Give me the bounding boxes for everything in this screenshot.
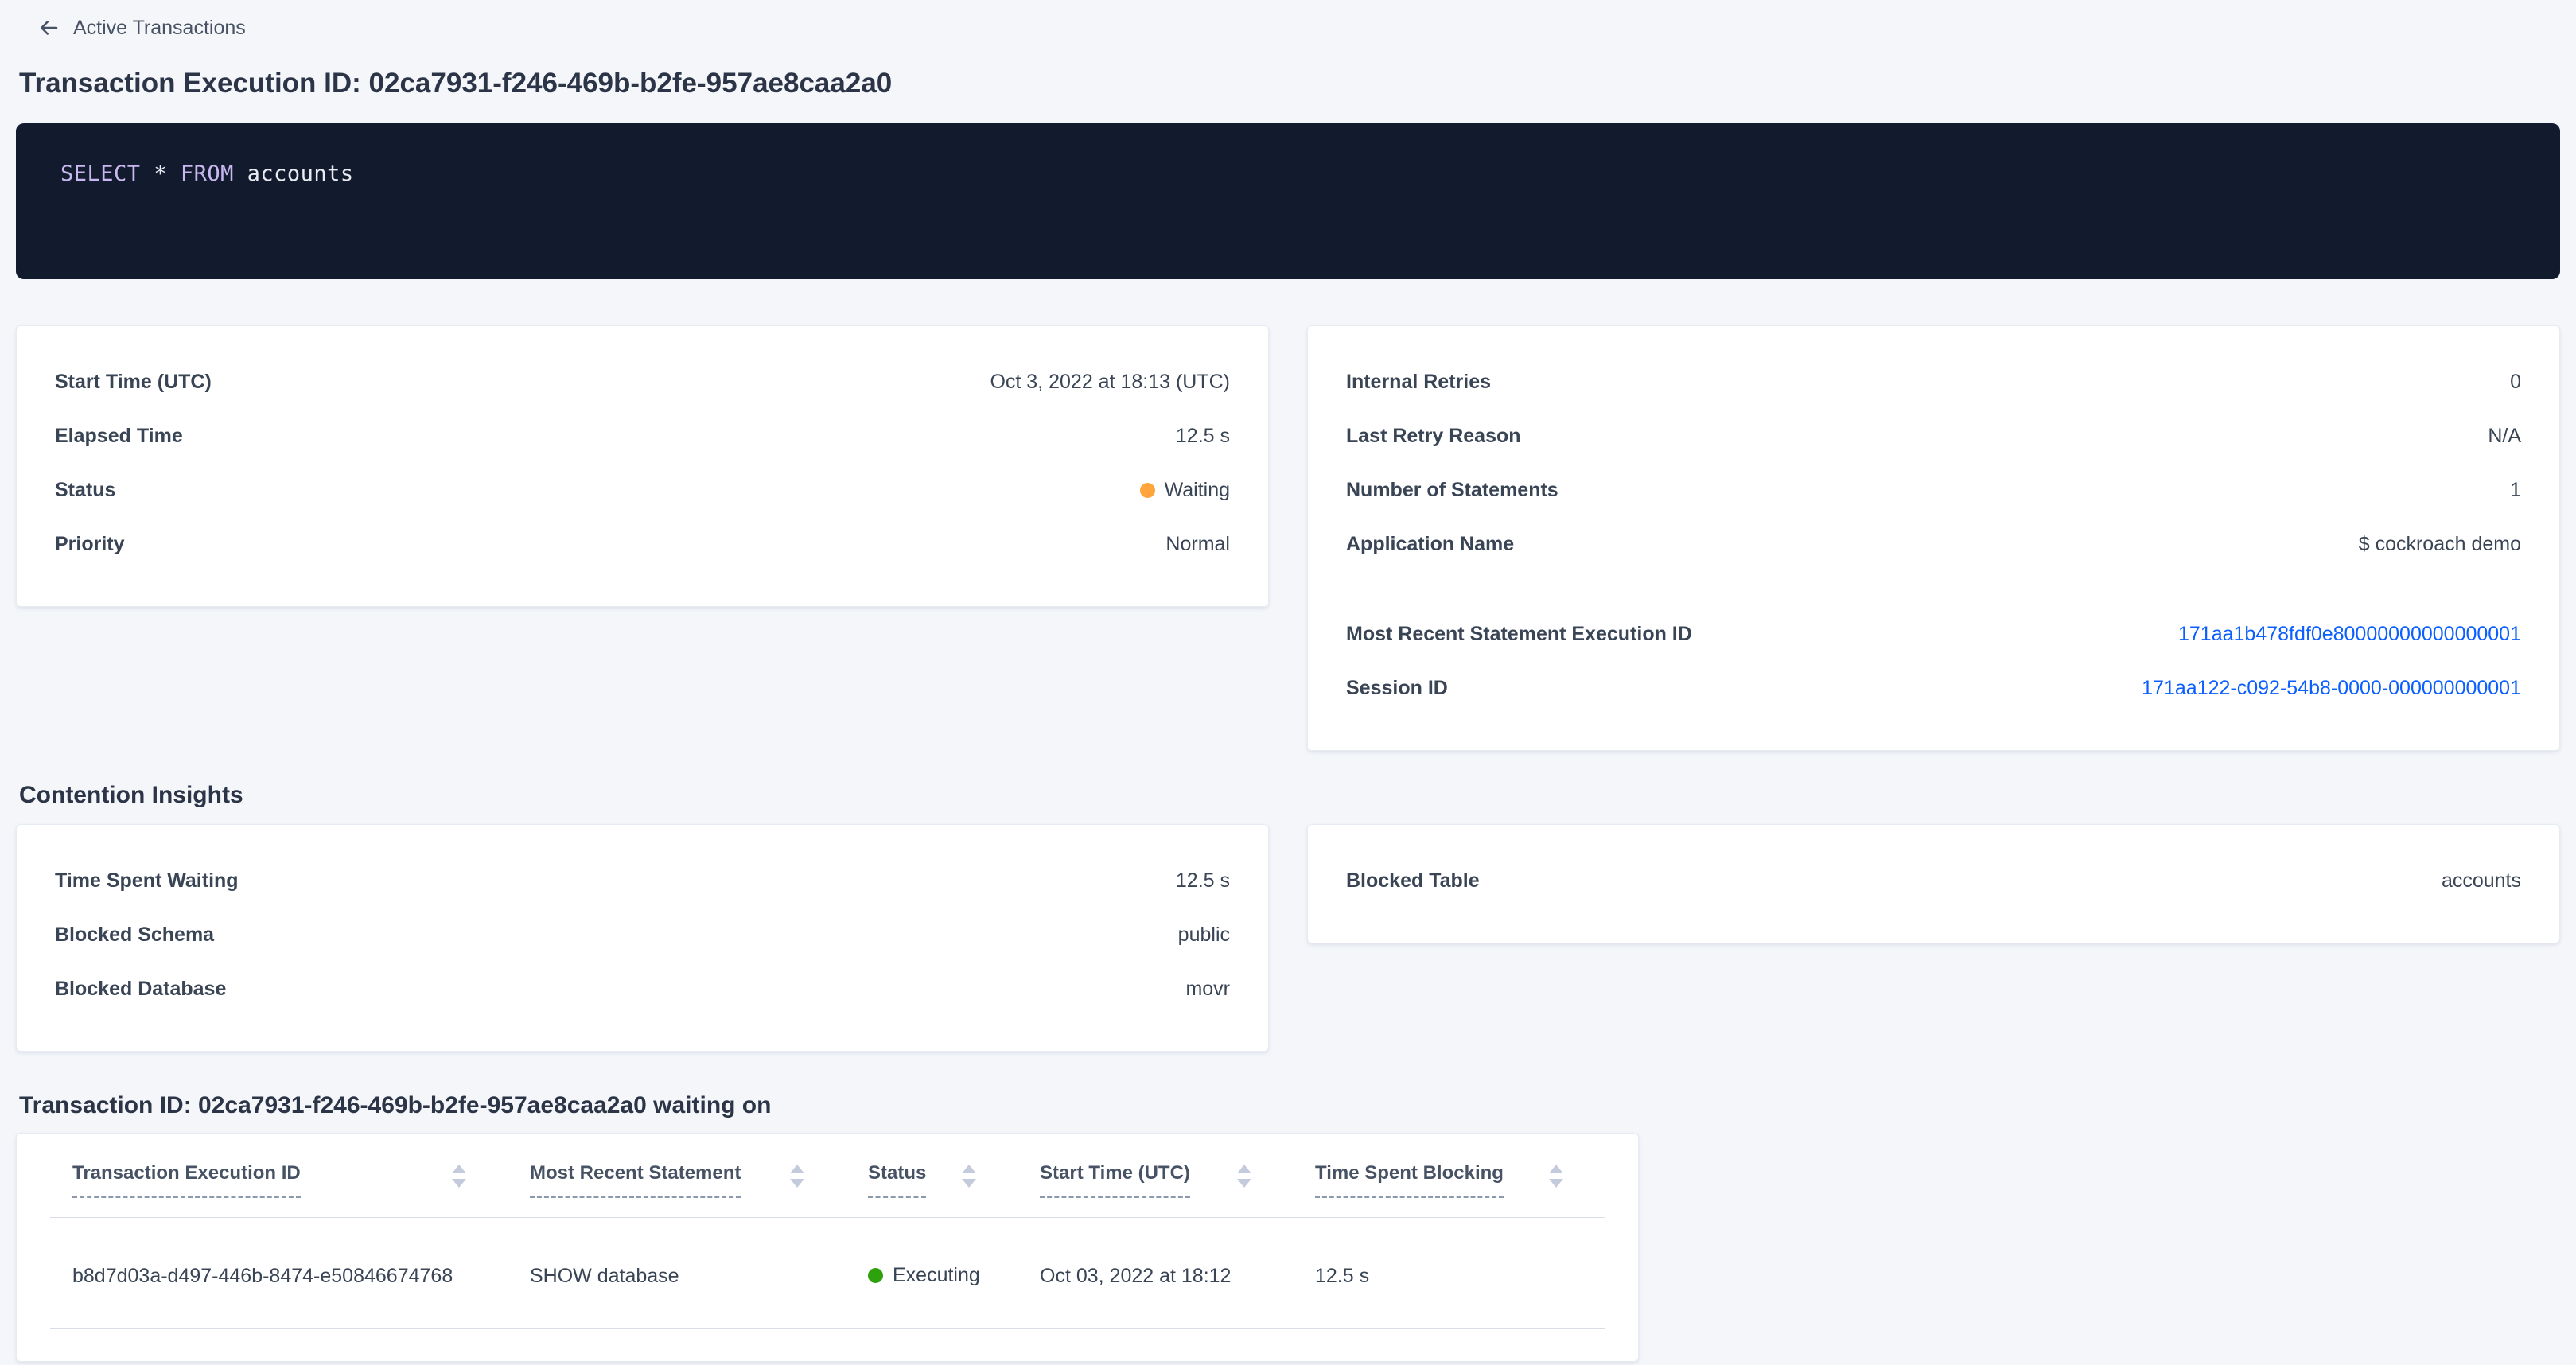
info-row-blocked-database: Blocked Database movr bbox=[55, 962, 1230, 1016]
priority-label: Priority bbox=[55, 533, 125, 556]
most-recent-statement-column-label[interactable]: Most Recent Statement bbox=[530, 1162, 741, 1198]
blocked-schema-label: Blocked Schema bbox=[55, 924, 214, 947]
blocked-schema-value: public bbox=[1178, 924, 1230, 947]
info-row-session-id: Session ID 171aa122-c092-54b8-0000-00000… bbox=[1346, 661, 2521, 715]
elapsed-time-label: Elapsed Time bbox=[55, 425, 183, 448]
sort-icon[interactable] bbox=[962, 1165, 976, 1188]
session-id-link[interactable]: 171aa122-c092-54b8-0000-000000000001 bbox=[2142, 677, 2521, 700]
waiting-status-dot-icon bbox=[1140, 483, 1155, 498]
time-spent-waiting-value: 12.5 s bbox=[1176, 869, 1230, 892]
contention-cards-row: Time Spent Waiting 12.5 s Blocked Schema… bbox=[16, 824, 2560, 1052]
info-row-start-time: Start Time (UTC) Oct 3, 2022 at 18:13 (U… bbox=[55, 355, 1230, 409]
info-row-statement-execution-id: Most Recent Statement Execution ID 171aa… bbox=[1346, 607, 2521, 661]
blocked-table-value: accounts bbox=[2442, 869, 2521, 892]
session-id-label: Session ID bbox=[1346, 677, 1448, 700]
status-column-label[interactable]: Status bbox=[868, 1162, 926, 1198]
info-row-number-of-statements: Number of Statements 1 bbox=[1346, 463, 2521, 517]
last-retry-reason-label: Last Retry Reason bbox=[1346, 425, 1521, 448]
info-row-time-spent-waiting: Time Spent Waiting 12.5 s bbox=[55, 854, 1230, 908]
contention-insights-heading: Contention Insights bbox=[19, 780, 2560, 811]
cell-start-time: Oct 03, 2022 at 18:12 bbox=[1018, 1218, 1293, 1329]
waiting-on-heading: Transaction ID: 02ca7931-f246-469b-b2fe-… bbox=[19, 1090, 2560, 1122]
sql-table-name: accounts bbox=[247, 161, 354, 186]
column-header-transaction-execution-id: Transaction Execution ID bbox=[50, 1134, 508, 1218]
info-row-blocked-table: Blocked Table accounts bbox=[1346, 854, 2521, 908]
table-row: b8d7d03a-d497-446b-8474-e50846674768 SHO… bbox=[50, 1218, 1605, 1329]
table-header-row: Transaction Execution ID Most Recent Sta… bbox=[50, 1134, 1605, 1218]
internal-retries-label: Internal Retries bbox=[1346, 371, 1491, 394]
statement-execution-id-link[interactable]: 171aa1b478fdf0e80000000000000001 bbox=[2178, 623, 2521, 646]
blocked-database-value: movr bbox=[1185, 978, 1230, 1001]
info-row-last-retry-reason: Last Retry Reason N/A bbox=[1346, 409, 2521, 463]
internal-retries-value: 0 bbox=[2510, 371, 2521, 394]
number-of-statements-value: 1 bbox=[2510, 479, 2521, 502]
column-header-most-recent-statement: Most Recent Statement bbox=[508, 1134, 846, 1218]
contention-card-left: Time Spent Waiting 12.5 s Blocked Schema… bbox=[16, 824, 1269, 1052]
transaction-details-page: Active Transactions Transaction Executio… bbox=[0, 0, 2576, 1362]
cell-time-spent-blocking: 12.5 s bbox=[1293, 1218, 1605, 1329]
sort-icon[interactable] bbox=[1549, 1165, 1563, 1188]
info-row-priority: Priority Normal bbox=[55, 517, 1230, 571]
info-row-status: Status Waiting bbox=[55, 463, 1230, 517]
sql-keyword-select: SELECT bbox=[60, 161, 141, 186]
number-of-statements-label: Number of Statements bbox=[1346, 479, 1558, 502]
back-link[interactable]: Active Transactions bbox=[37, 16, 246, 40]
start-time-value: Oct 3, 2022 at 18:13 (UTC) bbox=[990, 371, 1230, 394]
summary-cards-row: Start Time (UTC) Oct 3, 2022 at 18:13 (U… bbox=[16, 325, 2560, 751]
info-row-elapsed-time: Elapsed Time 12.5 s bbox=[55, 409, 1230, 463]
transaction-execution-id-column-label[interactable]: Transaction Execution ID bbox=[72, 1162, 301, 1198]
waiting-transactions-table-card: Transaction Execution ID Most Recent Sta… bbox=[16, 1133, 1639, 1362]
time-spent-blocking-column-label[interactable]: Time Spent Blocking bbox=[1315, 1162, 1504, 1198]
application-name-label: Application Name bbox=[1346, 533, 1514, 556]
executing-status-value: Executing bbox=[893, 1264, 980, 1287]
column-header-status: Status bbox=[846, 1134, 1018, 1218]
blocked-database-label: Blocked Database bbox=[55, 978, 226, 1001]
summary-card-right: Internal Retries 0 Last Retry Reason N/A… bbox=[1307, 325, 2560, 751]
status-value: Waiting bbox=[1165, 479, 1230, 502]
contention-card-right: Blocked Table accounts bbox=[1307, 824, 2560, 943]
sort-icon[interactable] bbox=[452, 1165, 466, 1188]
cell-transaction-execution-id: b8d7d03a-d497-446b-8474-e50846674768 bbox=[50, 1218, 508, 1329]
waiting-transactions-table: Transaction Execution ID Most Recent Sta… bbox=[50, 1134, 1605, 1329]
column-header-start-time: Start Time (UTC) bbox=[1018, 1134, 1293, 1218]
status-badge: Executing bbox=[868, 1264, 980, 1287]
application-name-value: $ cockroach demo bbox=[2359, 533, 2521, 556]
start-time-column-label[interactable]: Start Time (UTC) bbox=[1040, 1162, 1190, 1198]
cell-most-recent-statement: SHOW database bbox=[508, 1218, 846, 1329]
sql-statement: SELECT * FROM accounts bbox=[60, 161, 2516, 186]
last-retry-reason-value: N/A bbox=[2488, 425, 2521, 448]
sql-star: * bbox=[154, 161, 167, 186]
column-header-time-spent-blocking: Time Spent Blocking bbox=[1293, 1134, 1605, 1218]
sql-statement-box: SELECT * FROM accounts bbox=[16, 123, 2560, 279]
info-row-application-name: Application Name $ cockroach demo bbox=[1346, 517, 2521, 571]
elapsed-time-value: 12.5 s bbox=[1176, 425, 1230, 448]
page-title: Transaction Execution ID: 02ca7931-f246-… bbox=[19, 66, 2560, 101]
status-label: Status bbox=[55, 479, 115, 502]
blocked-table-label: Blocked Table bbox=[1346, 869, 1480, 892]
start-time-label: Start Time (UTC) bbox=[55, 371, 212, 394]
cell-status: Executing bbox=[846, 1218, 1018, 1329]
info-row-internal-retries: Internal Retries 0 bbox=[1346, 355, 2521, 409]
status-badge: Waiting bbox=[1140, 479, 1230, 502]
sort-icon[interactable] bbox=[1237, 1165, 1251, 1188]
back-link-label: Active Transactions bbox=[73, 17, 246, 40]
priority-value: Normal bbox=[1165, 533, 1230, 556]
info-row-blocked-schema: Blocked Schema public bbox=[55, 908, 1230, 962]
sql-keyword-from: FROM bbox=[181, 161, 234, 186]
time-spent-waiting-label: Time Spent Waiting bbox=[55, 869, 239, 892]
statement-execution-id-label: Most Recent Statement Execution ID bbox=[1346, 623, 1692, 646]
sort-icon[interactable] bbox=[790, 1165, 804, 1188]
back-arrow-icon bbox=[37, 16, 60, 40]
summary-card-left: Start Time (UTC) Oct 3, 2022 at 18:13 (U… bbox=[16, 325, 1269, 607]
executing-status-dot-icon bbox=[868, 1268, 883, 1283]
